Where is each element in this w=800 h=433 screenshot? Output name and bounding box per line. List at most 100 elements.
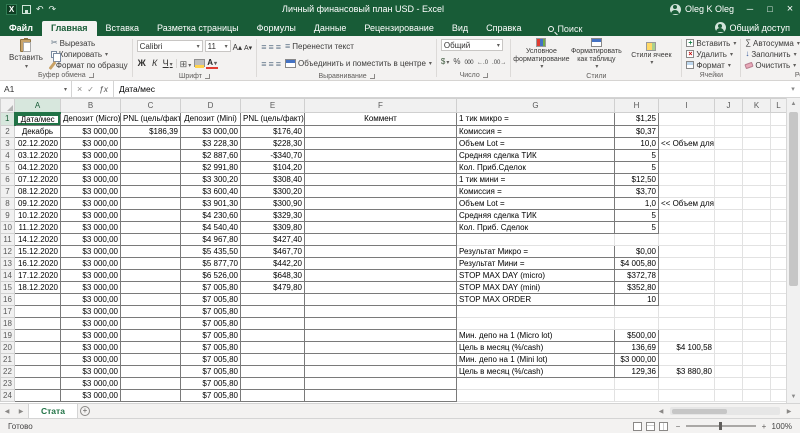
borders-icon[interactable] (180, 55, 192, 71)
cell-J9[interactable] (715, 209, 743, 221)
cell-K5[interactable] (743, 161, 771, 173)
cell-I12[interactable] (659, 245, 715, 257)
column-header-E[interactable]: E (241, 99, 305, 113)
cell-C4[interactable] (121, 149, 181, 161)
cell-J11[interactable] (715, 233, 743, 245)
format-as-table-button[interactable]: Форматировать как таблицу (570, 38, 622, 72)
cell-F22[interactable] (305, 365, 457, 377)
cell-E7[interactable]: $300,20 (241, 185, 305, 197)
cell-B4[interactable]: $3 000,00 (61, 149, 121, 161)
cell-H14[interactable]: $372,78 (615, 269, 659, 281)
undo-icon[interactable] (36, 4, 44, 14)
cell-I7[interactable] (659, 185, 715, 197)
cell-J15[interactable] (715, 281, 743, 293)
column-header-H[interactable]: H (615, 99, 659, 113)
cell-G4[interactable]: Средняя сделка ТИК (457, 149, 615, 161)
cell-E14[interactable]: $648,30 (241, 269, 305, 281)
tab-главная[interactable]: Главная (42, 21, 97, 36)
cell-G24[interactable] (457, 389, 615, 401)
cell-B14[interactable]: $3 000,00 (61, 269, 121, 281)
cell-E20[interactable] (241, 341, 305, 353)
cell-D6[interactable]: $3 300,20 (181, 173, 241, 185)
increase-decimal-icon[interactable] (477, 52, 488, 68)
cell-E9[interactable]: $329,30 (241, 209, 305, 221)
row-header-24[interactable]: 24 (1, 389, 15, 401)
row-header-1[interactable]: 1 (1, 113, 15, 126)
search-box[interactable]: Поиск (540, 22, 590, 36)
cell-E3[interactable]: $228,30 (241, 137, 305, 149)
font-size-select[interactable]: 11 (205, 40, 231, 52)
cell-C24[interactable] (121, 389, 181, 401)
cell-F9[interactable] (305, 209, 457, 221)
cell-D2[interactable]: $3 000,00 (181, 125, 241, 137)
copy-button[interactable]: Копировать (51, 49, 128, 59)
cell-I19[interactable] (659, 329, 715, 341)
cell-D1[interactable]: Депозит (Mini) (181, 113, 241, 126)
row-header-14[interactable]: 14 (1, 269, 15, 281)
cell-I2[interactable] (659, 125, 715, 137)
cell-F6[interactable] (305, 173, 457, 185)
cell-H16[interactable]: 10 (615, 293, 659, 305)
cell-L6[interactable] (771, 173, 787, 185)
cell-G21[interactable]: Мин. депо на 1 (Mini lot) (457, 353, 615, 365)
row-header-22[interactable]: 22 (1, 365, 15, 377)
cell-D16[interactable]: $7 005,80 (181, 293, 241, 305)
cell-A17[interactable] (15, 305, 61, 317)
cell-F7[interactable] (305, 185, 457, 197)
cell-E11[interactable]: $427,40 (241, 233, 305, 245)
cell-C17[interactable] (121, 305, 181, 317)
cell-K18[interactable] (743, 317, 771, 329)
cell-B11[interactable]: $3 000,00 (61, 233, 121, 245)
cell-G6[interactable]: 1 тик мини = (457, 173, 615, 185)
cell-B12[interactable]: $3 000,00 (61, 245, 121, 257)
cell-B3[interactable]: $3 000,00 (61, 137, 121, 149)
cell-L19[interactable] (771, 329, 787, 341)
cell-K6[interactable] (743, 173, 771, 185)
cell-E15[interactable]: $479,80 (241, 281, 305, 293)
cell-A6[interactable]: 07.12.2020 (15, 173, 61, 185)
row-header-2[interactable]: 2 (1, 125, 15, 137)
cell-A15[interactable]: 18.12.2020 (15, 281, 61, 293)
vertical-scroll-thumb[interactable] (789, 112, 798, 286)
cell-H20[interactable]: 136,69 (615, 341, 659, 353)
row-header-23[interactable]: 23 (1, 377, 15, 389)
tab-вид[interactable]: Вид (443, 21, 477, 36)
cell-C23[interactable] (121, 377, 181, 389)
conditional-formatting-button[interactable]: Условное форматирование (515, 38, 567, 72)
cell-D3[interactable]: $3 228,30 (181, 137, 241, 149)
align-middle-icon[interactable] (268, 38, 273, 54)
cell-F13[interactable] (305, 257, 457, 269)
row-header-17[interactable]: 17 (1, 305, 15, 317)
cell-H4[interactable]: 5 (615, 149, 659, 161)
cell-C22[interactable] (121, 365, 181, 377)
decrease-decimal-icon[interactable] (492, 52, 506, 68)
cell-F15[interactable] (305, 281, 457, 293)
cell-F8[interactable] (305, 197, 457, 209)
cell-F11[interactable] (305, 233, 457, 245)
column-header-L[interactable]: L (771, 99, 787, 113)
cell-A2[interactable]: Декабрь (15, 125, 61, 137)
paste-button[interactable]: Вставить (4, 39, 48, 70)
cell-H5[interactable]: 5 (615, 161, 659, 173)
cell-K15[interactable] (743, 281, 771, 293)
cell-H22[interactable]: 129,36 (615, 365, 659, 377)
formula-input[interactable]: Дата/мес (114, 81, 786, 97)
tab-данные[interactable]: Данные (305, 21, 356, 36)
cell-L18[interactable] (771, 317, 787, 329)
cell-J18[interactable] (715, 317, 743, 329)
decrease-font-size-icon[interactable] (244, 38, 252, 54)
cell-D22[interactable]: $7 005,80 (181, 365, 241, 377)
align-left-icon[interactable] (261, 55, 266, 71)
normal-view-icon[interactable] (633, 422, 642, 431)
cell-E5[interactable]: $104,20 (241, 161, 305, 173)
cell-I1[interactable] (659, 113, 715, 126)
cell-J12[interactable] (715, 245, 743, 257)
cell-L15[interactable] (771, 281, 787, 293)
cell-I9[interactable] (659, 209, 715, 221)
cell-D5[interactable]: $2 991,80 (181, 161, 241, 173)
cell-L3[interactable] (771, 137, 787, 149)
name-box[interactable]: A1 (0, 81, 72, 97)
cell-I21[interactable] (659, 353, 715, 365)
confirm-entry-icon[interactable] (87, 84, 94, 94)
cell-F12[interactable] (305, 245, 457, 257)
